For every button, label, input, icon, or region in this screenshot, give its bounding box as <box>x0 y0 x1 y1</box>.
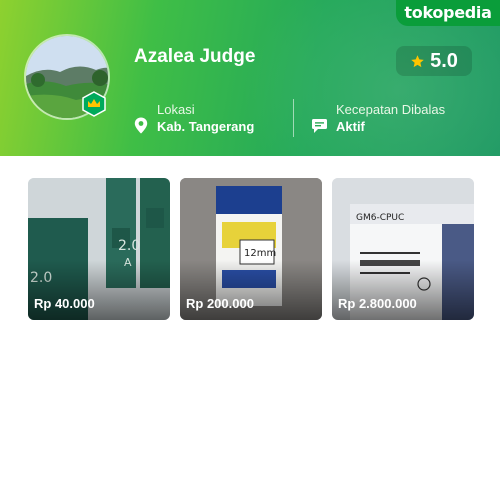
info-divider <box>293 99 294 137</box>
product-price: Rp 2.800.000 <box>338 296 417 311</box>
response-speed-value: Aktif <box>336 119 365 134</box>
chat-bubble-icon <box>312 119 327 133</box>
location-value: Kab. Tangerang <box>157 119 255 134</box>
product-card[interactable]: GM6-CPUC Rp 2.800.000 <box>332 178 474 320</box>
star-icon <box>411 54 424 67</box>
location-pin-icon <box>134 117 148 134</box>
product-card[interactable]: 12mm Rp 200.000 <box>180 178 322 320</box>
shop-rating[interactable]: 5.0 <box>396 46 472 76</box>
location-label: Lokasi <box>157 102 195 117</box>
svg-text:GM6-CPUC: GM6-CPUC <box>356 213 404 223</box>
svg-text:2.0: 2.0 <box>118 238 140 254</box>
crown-icon <box>82 91 106 117</box>
product-price: Rp 40.000 <box>34 296 95 311</box>
product-card[interactable]: 2.0 A 2.0 Rp 40.000 <box>28 178 170 320</box>
tokopedia-logo[interactable]: tokopedia <box>396 0 500 26</box>
svg-text:2.0: 2.0 <box>30 270 52 286</box>
rating-value: 5.0 <box>430 49 458 72</box>
svg-text:12mm: 12mm <box>244 248 276 259</box>
product-price: Rp 200.000 <box>186 296 254 311</box>
official-store-badge <box>81 91 107 117</box>
response-speed-label: Kecepatan Dibalas <box>336 102 446 117</box>
svg-text:A: A <box>124 256 132 269</box>
shop-name: Azalea Judge <box>134 46 256 67</box>
